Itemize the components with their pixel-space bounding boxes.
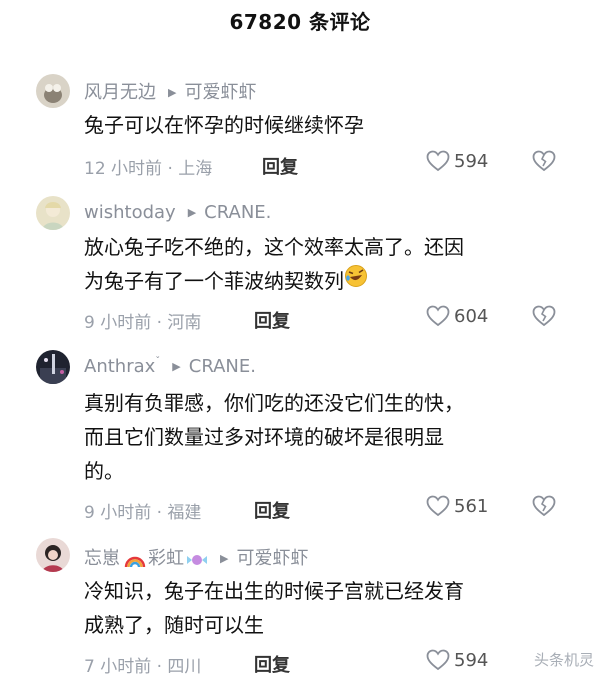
comment-text-line: 放心兔子吃不绝的，这个效率太高了。还因 (84, 235, 464, 259)
like-count: 594 (454, 151, 489, 172)
comment-time-location: 9 小时前 · 福建 (84, 503, 202, 523)
reply-to-username[interactable]: CRANE. (204, 202, 271, 223)
reply-to-username[interactable]: CRANE. (189, 356, 256, 377)
comment-text-line: 的。 (84, 459, 124, 483)
dislike-button[interactable] (532, 150, 556, 176)
comment-text-line: 兔子可以在怀孕的时候继续怀孕 (84, 113, 364, 137)
comment-time-location: 12 小时前 · 上海 (84, 159, 213, 179)
username-suffix: 彩虹 (148, 548, 184, 569)
comment-time-location: 7 小时前 · 四川 (84, 657, 202, 677)
rainbow-emoji-icon (124, 550, 146, 573)
broken-heart-icon (532, 305, 556, 327)
broken-heart-icon (532, 150, 556, 172)
comment-text-line-with-emoji: 为兔子有了一个菲波纳契数列 (84, 264, 564, 298)
like-count: 604 (454, 306, 489, 327)
reply-arrow-icon: ▶ (172, 360, 181, 373)
comment-text: 冷知识，兔子在出生的时候子宫就已经发育 成熟了，随时可以生 (84, 574, 564, 642)
broken-heart-icon (532, 495, 556, 517)
dislike-button[interactable] (532, 305, 556, 331)
comment-text-line: 成熟了，随时可以生 (84, 613, 264, 637)
comment-author-row: Anthraxˇ ▶ CRANE. (84, 356, 256, 377)
rofl-emoji-icon (344, 265, 368, 293)
heart-icon (426, 495, 450, 517)
avatar[interactable] (36, 196, 70, 230)
like-count: 561 (454, 496, 489, 517)
comment-text-line: 真别有负罪感，你们吃的还没它们生的快， (84, 391, 464, 415)
comment-author-row: 忘崽 彩虹 ▶ 可爱虾虾 (84, 544, 308, 573)
reply-button[interactable]: 回复 (262, 153, 298, 179)
reply-arrow-icon: ▶ (168, 86, 177, 99)
reply-arrow-icon: ▶ (187, 206, 197, 219)
comment-text: 放心兔子吃不绝的，这个效率太高了。还因 为兔子有了一个菲波纳契数列 (84, 230, 564, 298)
avatar[interactable] (36, 538, 70, 572)
like-button[interactable]: 561 (426, 495, 488, 517)
heart-icon (426, 649, 450, 671)
like-button[interactable]: 604 (426, 305, 488, 327)
username[interactable]: 风月无边 (84, 82, 156, 103)
username[interactable]: wishtoday (84, 202, 176, 223)
reply-button[interactable]: 回复 (254, 307, 290, 333)
username[interactable]: 忘崽 (84, 548, 120, 569)
reply-button[interactable]: 回复 (254, 497, 290, 523)
comment-text-line: 而且它们数量过多对环境的破坏是很明显 (84, 425, 444, 449)
heart-icon (426, 305, 450, 327)
comment-text: 兔子可以在怀孕的时候继续怀孕 (84, 108, 564, 142)
watermark: 头条机灵 (533, 651, 594, 669)
user-badge-icon: ˇ (155, 356, 161, 367)
reply-button[interactable]: 回复 (254, 651, 290, 677)
reply-to-username[interactable]: 可爱虾虾 (184, 82, 256, 103)
like-button[interactable]: 594 (426, 150, 488, 172)
reply-arrow-icon: ▶ (220, 552, 229, 565)
like-button[interactable]: 594 (426, 649, 488, 671)
avatar[interactable] (36, 74, 70, 108)
comment-author-row: wishtoday ▶ CRANE. (84, 202, 271, 223)
avatar[interactable] (36, 350, 70, 384)
comment-text: 真别有负罪感，你们吃的还没它们生的快， 而且它们数量过多对环境的破坏是很明显 的… (84, 386, 564, 488)
comment-text-line: 冷知识，兔子在出生的时候子宫就已经发育 (84, 579, 464, 603)
like-count: 594 (454, 650, 489, 671)
reply-to-username[interactable]: 可爱虾虾 (236, 548, 308, 569)
comment-author-row: 风月无边 ▶ 可爱虾虾 (84, 78, 256, 104)
comment-time-location: 9 小时前 · 河南 (84, 313, 202, 333)
username[interactable]: Anthrax (84, 356, 155, 377)
candy-emoji-icon (186, 552, 208, 573)
comment-count-title: 67820 条评论 (229, 10, 371, 34)
heart-icon (426, 150, 450, 172)
dislike-button[interactable] (532, 495, 556, 521)
